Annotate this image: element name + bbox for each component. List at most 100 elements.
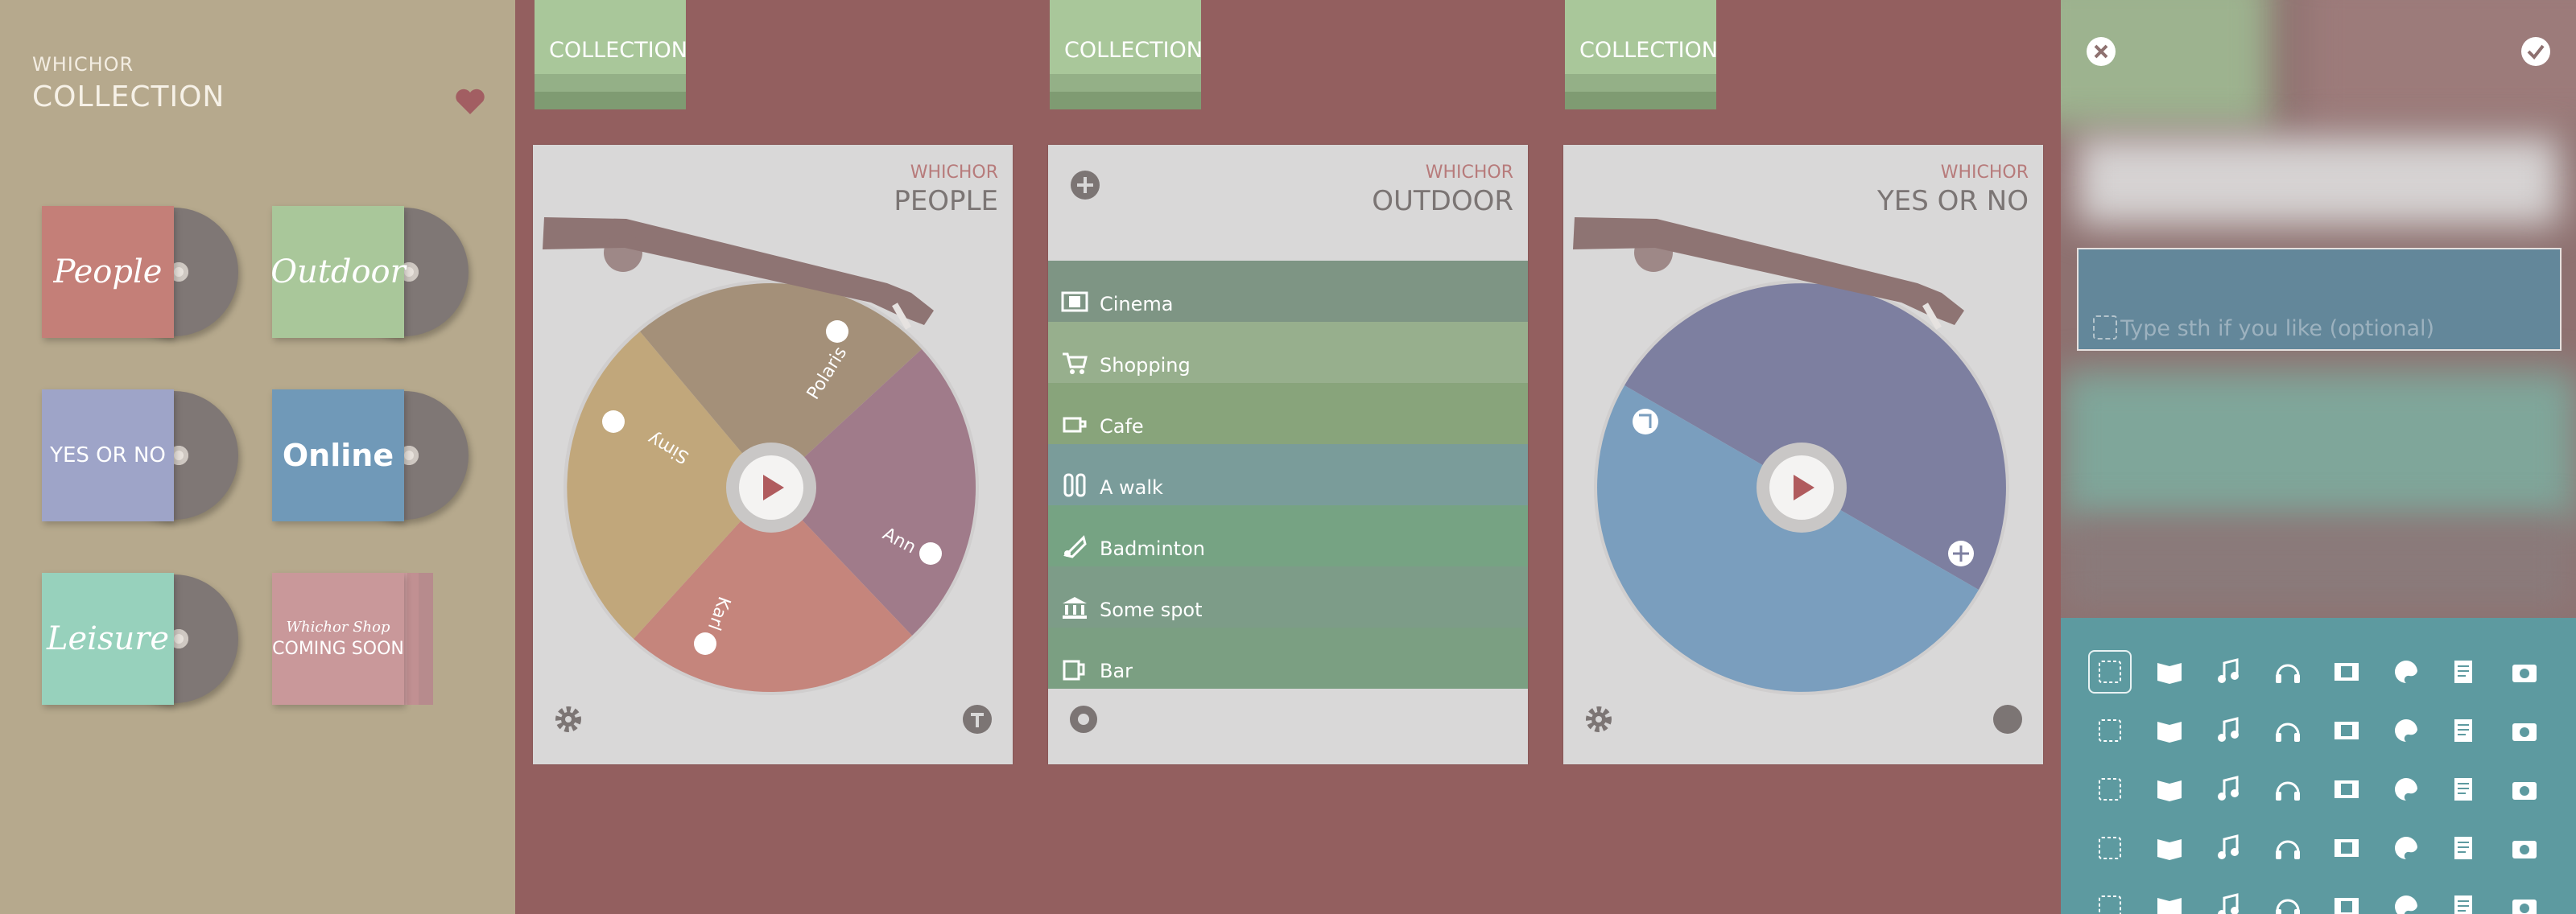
chat-bubbles-icon[interactable] xyxy=(2088,826,2132,870)
palette-icon[interactable] xyxy=(2384,650,2428,694)
text-mode-icon[interactable] xyxy=(961,703,993,735)
play-button[interactable] xyxy=(726,443,816,533)
album-sleeve: Leisure xyxy=(42,573,174,705)
card-title: YES OR NO xyxy=(1876,185,2029,217)
monitor-icon[interactable] xyxy=(2325,768,2368,811)
smartphone-icon[interactable] xyxy=(2207,826,2250,870)
envelope-icon[interactable] xyxy=(2148,826,2191,870)
person-icon xyxy=(694,632,716,655)
play-button[interactable] xyxy=(1757,443,1847,533)
list-item[interactable]: Cafe xyxy=(1048,383,1528,444)
beer-icon xyxy=(1063,660,1085,681)
album-sleeve: Outdoor xyxy=(270,206,406,338)
list-item-label: Bar xyxy=(1100,660,1133,682)
dashed-square-icon[interactable] xyxy=(2088,650,2132,694)
album-people[interactable]: People xyxy=(42,206,243,338)
album-sleeve: Online xyxy=(272,389,404,521)
confirm-check-icon[interactable] xyxy=(2518,34,2553,69)
plant-pot-icon[interactable] xyxy=(2443,709,2487,752)
list-item[interactable]: Cinema xyxy=(1048,261,1528,322)
film-icon[interactable] xyxy=(2325,650,2368,694)
close-icon[interactable] xyxy=(2083,34,2119,69)
book-icon[interactable] xyxy=(2148,650,2191,694)
people-card: Polaris Ann Karl Simy WHICHOR PEOPLE xyxy=(533,145,1013,764)
option-text-input[interactable] xyxy=(2119,314,2553,343)
brand-label: WHICHOR xyxy=(32,53,134,76)
guitar-icon[interactable] xyxy=(2384,709,2428,752)
list-item-label: Badminton xyxy=(1100,537,1205,560)
list-item[interactable]: Some spot xyxy=(1048,566,1528,628)
notepad-icon[interactable] xyxy=(2443,650,2487,694)
gamepad-icon[interactable] xyxy=(2148,709,2191,752)
album-outdoor[interactable]: Outdoor xyxy=(270,206,473,338)
list-item-label: Cafe xyxy=(1100,415,1144,438)
record-dot-icon[interactable] xyxy=(1992,703,2024,735)
shuttlecock-icon xyxy=(1063,535,1087,558)
yes-or-no-card: WHICHOR YES OR NO xyxy=(1563,145,2043,764)
landmark-icon xyxy=(1063,597,1087,619)
whichor-shop-album[interactable]: Whichor Shop COMING SOON xyxy=(272,573,444,705)
no-icon xyxy=(1633,409,1658,434)
bowl-icon[interactable] xyxy=(2325,885,2368,914)
shuttlecock-icon[interactable] xyxy=(2384,826,2428,870)
collection-tab[interactable]: COLLECTION xyxy=(1050,0,1203,109)
lifebuoy-icon[interactable] xyxy=(2148,885,2191,914)
trash-can-icon[interactable] xyxy=(2384,768,2428,811)
collection-tab[interactable]: COLLECTION xyxy=(1565,0,1719,109)
chess-knight-icon[interactable] xyxy=(2207,709,2250,752)
add-icon[interactable] xyxy=(1069,169,1101,201)
album-yes-or-no[interactable]: YES OR NO xyxy=(42,389,243,521)
footprints-icon[interactable] xyxy=(2266,826,2310,870)
coffee-icon xyxy=(1063,417,1087,433)
cake-icon[interactable] xyxy=(2443,885,2487,914)
list-item[interactable]: Shopping xyxy=(1048,322,1528,383)
list-item-label: Shopping xyxy=(1100,354,1191,377)
wheel-turntable xyxy=(1573,217,2009,695)
album-label: YES OR NO xyxy=(50,443,166,467)
moon-icon[interactable] xyxy=(2443,768,2487,811)
sidebar-title: COLLECTION xyxy=(32,80,225,113)
chef-hat-icon[interactable] xyxy=(2088,709,2132,752)
gear-icon[interactable] xyxy=(552,703,584,735)
list-item[interactable]: A walk xyxy=(1048,444,1528,505)
plant-icon[interactable] xyxy=(2266,885,2310,914)
collection-sidebar: WHICHOR COLLECTION People Outdoor YES OR… xyxy=(0,0,515,914)
list-item-label: Some spot xyxy=(1100,599,1203,621)
basketball-icon[interactable] xyxy=(2443,826,2487,870)
dumbbell-icon[interactable] xyxy=(2325,826,2368,870)
option-text-box[interactable] xyxy=(2077,248,2562,351)
tab-label: COLLECTION xyxy=(1579,38,1719,63)
briefcase-icon[interactable] xyxy=(2207,768,2250,811)
album-label: Online xyxy=(282,438,394,473)
clock-icon[interactable] xyxy=(2503,885,2546,914)
rugby-ball-icon[interactable] xyxy=(2503,826,2546,870)
gear-icon[interactable] xyxy=(1583,703,1615,735)
album-leisure[interactable]: Leisure xyxy=(42,573,243,705)
yarn-icon[interactable] xyxy=(2325,709,2368,752)
bicycle-icon[interactable] xyxy=(2088,885,2132,914)
option-list: Cinema Shopping Cafe A walk Badminton So… xyxy=(1048,261,1528,689)
headphones-icon[interactable] xyxy=(2266,650,2310,694)
heart-icon[interactable] xyxy=(454,87,486,116)
graduation-cap-icon[interactable] xyxy=(2266,768,2310,811)
camera-icon[interactable] xyxy=(2503,650,2546,694)
album-label: Outdoor xyxy=(270,253,406,290)
option-editor-panel xyxy=(2061,0,2576,914)
album-online[interactable]: Online xyxy=(272,389,473,521)
pot-icon[interactable] xyxy=(2384,885,2428,914)
album-sleeve: YES OR NO xyxy=(42,389,174,521)
album-label: People xyxy=(53,253,163,290)
phone-icon[interactable] xyxy=(2503,768,2546,811)
list-item[interactable]: Bar xyxy=(1048,628,1528,689)
yes-icon xyxy=(1948,541,1974,566)
music-note-icon[interactable] xyxy=(2207,650,2250,694)
wheel-turntable: Polaris Ann Karl Simy xyxy=(543,217,979,695)
list-item[interactable]: Badminton xyxy=(1048,505,1528,566)
playing-card-icon[interactable] xyxy=(2266,709,2310,752)
wrench-icon[interactable] xyxy=(2503,709,2546,752)
cat-icon[interactable] xyxy=(2088,768,2132,811)
record-icon[interactable] xyxy=(1067,703,1100,735)
bottle-icon[interactable] xyxy=(2207,885,2250,914)
box-icon[interactable] xyxy=(2148,768,2191,811)
collection-tab[interactable]: COLLECTION xyxy=(535,0,687,109)
